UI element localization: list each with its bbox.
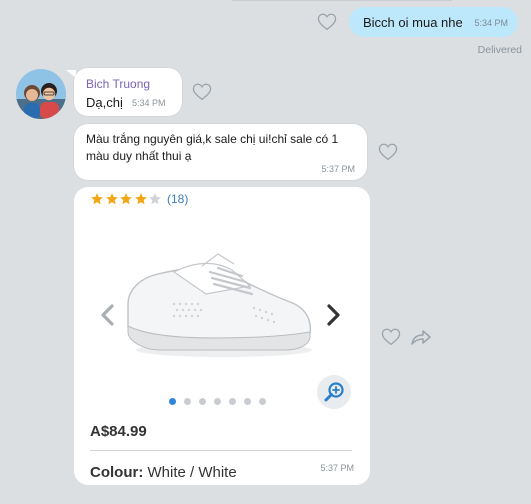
star-rating xyxy=(90,192,163,208)
zoom-in-icon[interactable] xyxy=(317,375,351,409)
star-icon xyxy=(90,192,105,206)
carousel-dot[interactable] xyxy=(229,398,236,405)
product-card[interactable]: (18) A$84.99 Colour: White / White 5:37 … xyxy=(74,187,370,485)
carousel-dot[interactable] xyxy=(259,398,266,405)
rating-count[interactable]: (18) xyxy=(167,192,188,206)
share-icon[interactable] xyxy=(410,328,432,346)
product-colour: Colour: White / White xyxy=(90,464,237,481)
carousel-dot[interactable] xyxy=(184,398,191,405)
colour-value: White / White xyxy=(147,464,237,481)
divider xyxy=(90,450,352,451)
message-text: Dạ,chị xyxy=(86,95,123,110)
delivery-status: Delivered xyxy=(477,44,522,56)
heart-icon[interactable] xyxy=(317,13,337,31)
product-price: A$84.99 xyxy=(90,423,147,440)
carousel-dot[interactable] xyxy=(214,398,221,405)
star-icon xyxy=(105,192,120,206)
top-divider xyxy=(232,0,452,1)
message-time: 5:37 PM xyxy=(320,463,354,473)
message-time: 5:34 PM xyxy=(474,18,508,28)
star-icon xyxy=(148,192,163,206)
product-image[interactable] xyxy=(114,242,324,362)
message-text: Bicch oi mua nhe xyxy=(363,15,463,30)
incoming-message-bubble[interactable]: Màu trắng nguyên giá,k sale chị ui!chỉ s… xyxy=(74,124,367,180)
star-icon xyxy=(134,192,149,206)
star-icon xyxy=(119,192,134,206)
heart-icon[interactable] xyxy=(378,143,398,161)
message-time: 5:37 PM xyxy=(321,164,355,174)
heart-icon[interactable] xyxy=(381,328,401,346)
sender-name[interactable]: Bich Truong xyxy=(86,77,150,91)
outgoing-message-bubble[interactable]: Bicch oi mua nhe 5:34 PM xyxy=(349,7,518,37)
colour-label: Colour: xyxy=(90,464,144,481)
incoming-message-bubble[interactable]: Bich Truong Dạ,chị 5:34 PM xyxy=(74,68,182,116)
chevron-right-icon[interactable] xyxy=(323,303,343,327)
message-text: Màu trắng nguyên giá,k sale chị ui!chỉ s… xyxy=(86,132,339,163)
message-time: 5:34 PM xyxy=(132,98,166,108)
carousel-dot[interactable] xyxy=(199,398,206,405)
carousel-indicator xyxy=(169,398,274,405)
carousel-dot[interactable] xyxy=(244,398,251,405)
heart-icon[interactable] xyxy=(192,83,212,101)
carousel-dot[interactable] xyxy=(169,398,176,405)
avatar[interactable] xyxy=(16,69,66,119)
